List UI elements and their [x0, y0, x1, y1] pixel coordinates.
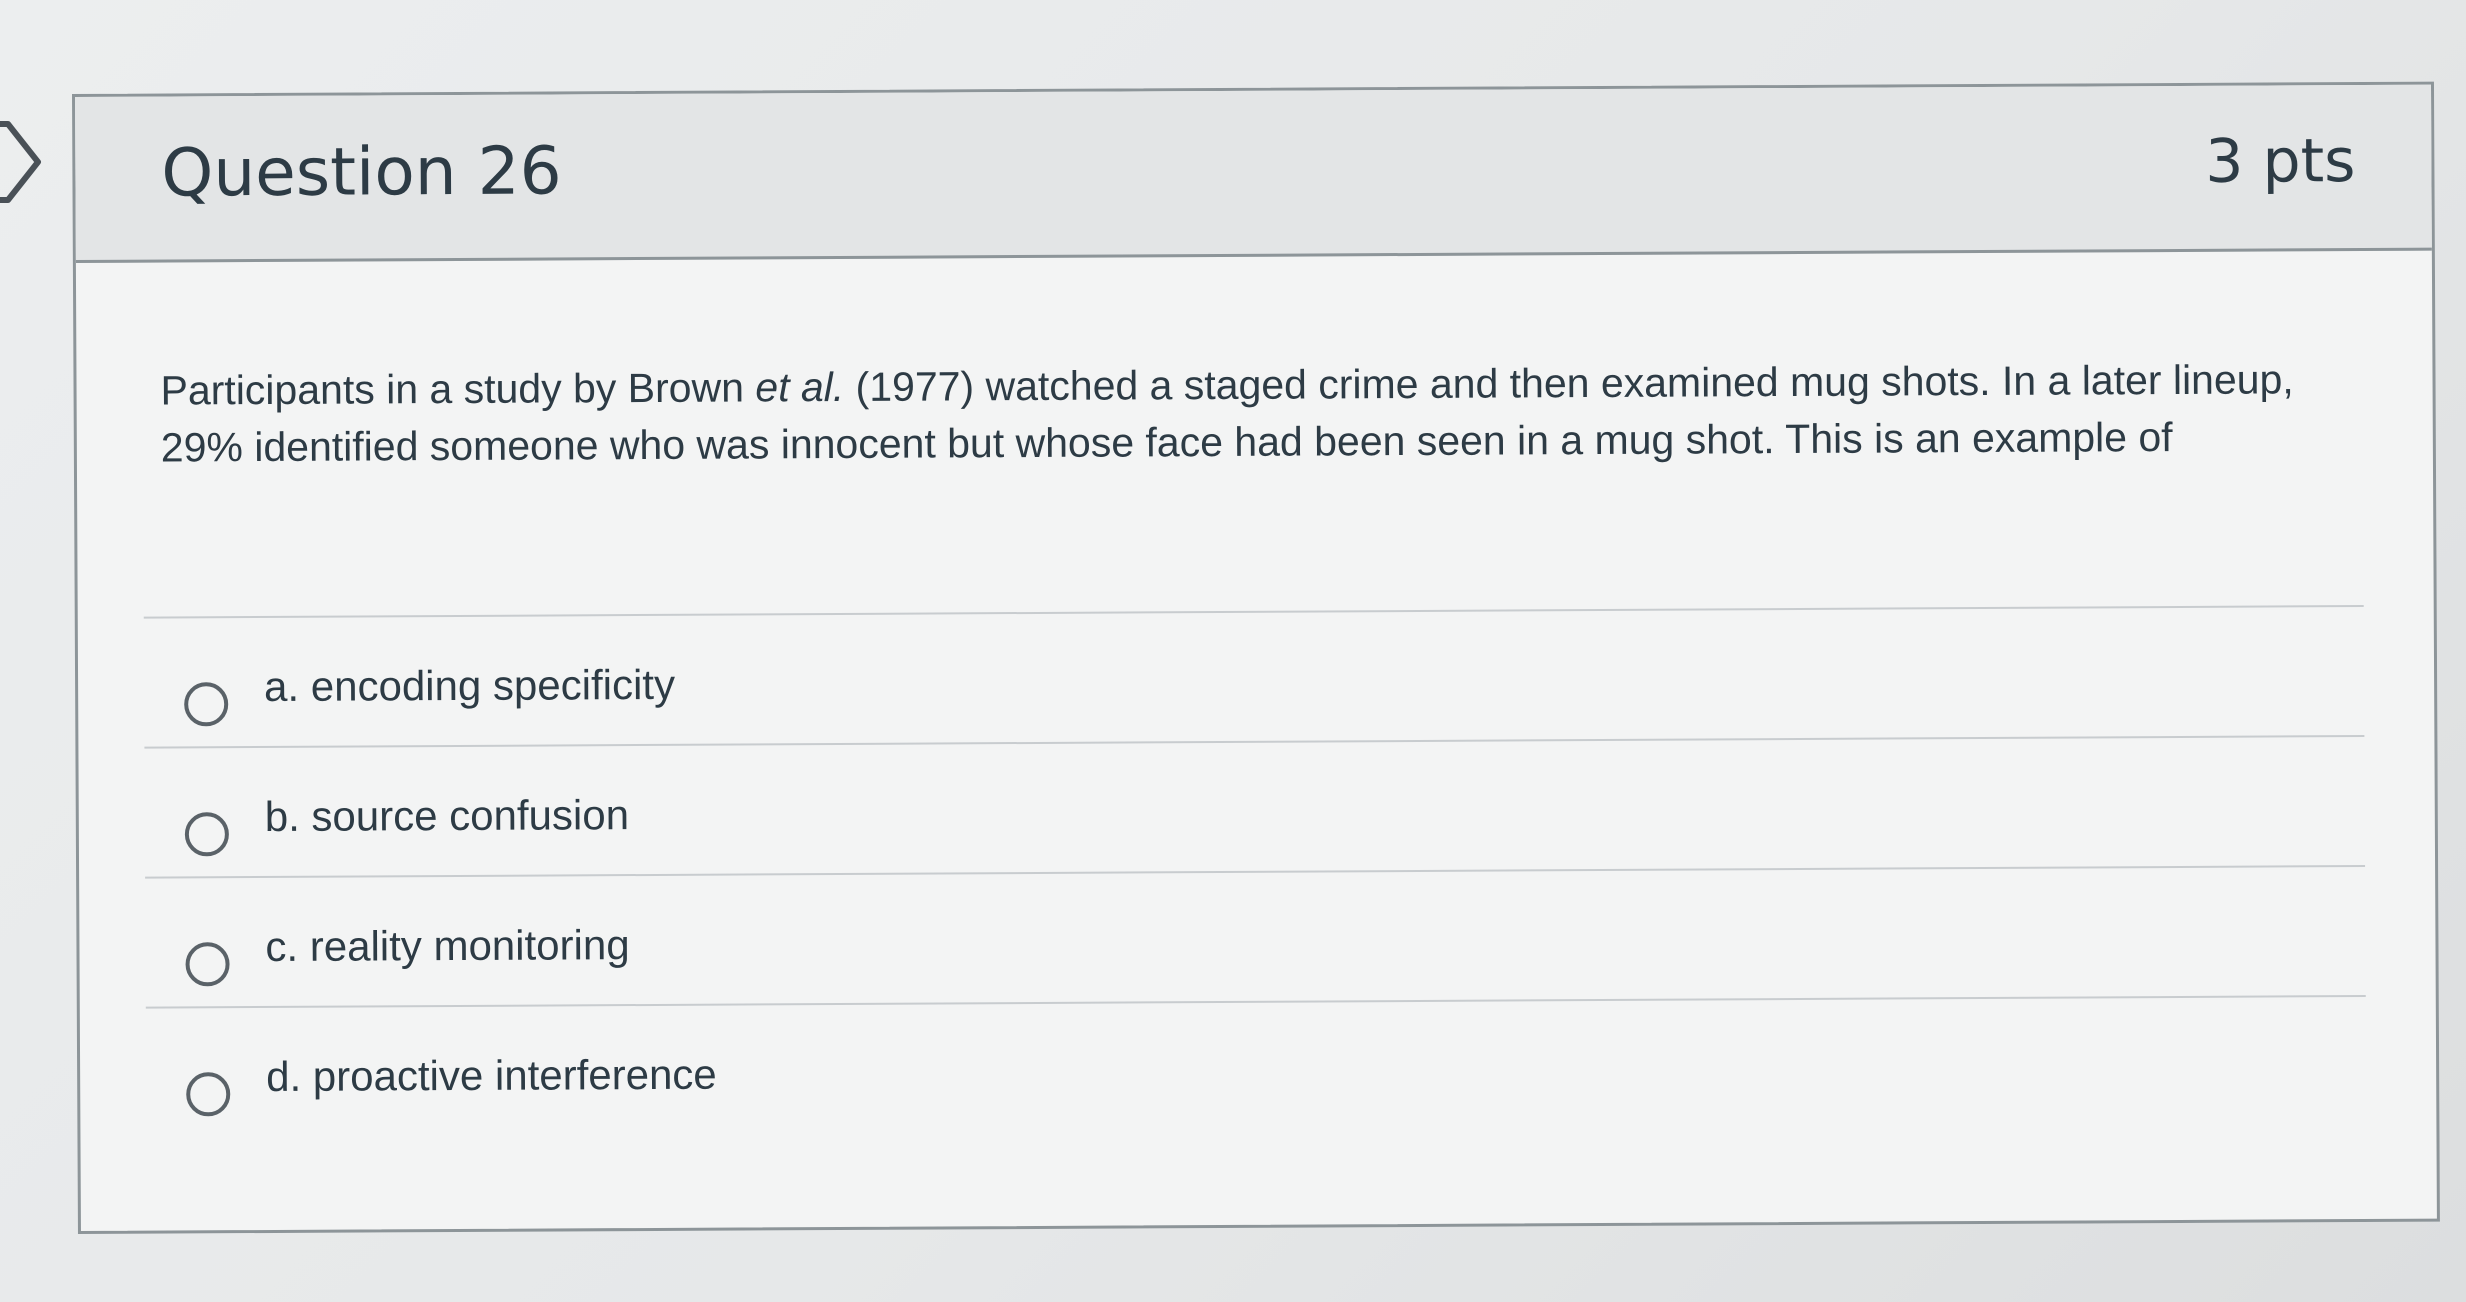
answer-list: a. encoding specificity b. source confus…: [143, 605, 2367, 1139]
radio-button-icon[interactable]: [184, 812, 229, 857]
radio-button-icon[interactable]: [184, 682, 229, 727]
question-card: Question 26 3 pts Participants in a stud…: [72, 81, 2440, 1234]
question-text: Participants in a study by Brown et al. …: [160, 351, 2341, 476]
answer-label-a[interactable]: a. encoding specificity: [264, 660, 675, 713]
answer-option-d[interactable]: d. proactive interference: [146, 997, 2367, 1139]
question-nav-arrow-icon[interactable]: [0, 112, 60, 212]
question-title: Question 26: [161, 132, 562, 212]
answer-option-c[interactable]: c. reality monitoring: [145, 867, 2366, 1009]
answer-label-c[interactable]: c. reality monitoring: [265, 920, 629, 972]
question-header: Question 26 3 pts: [75, 84, 2432, 263]
answer-option-a[interactable]: a. encoding specificity: [143, 607, 2365, 749]
quiz-page: Question 26 3 pts Participants in a stud…: [0, 0, 2466, 1302]
answer-option-b[interactable]: b. source confusion: [144, 737, 2366, 879]
radio-button-icon[interactable]: [185, 942, 230, 987]
question-text-part-1: Participants in a study by Brown: [160, 364, 756, 414]
answer-label-b[interactable]: b. source confusion: [265, 790, 629, 842]
question-points: 3 pts: [2205, 126, 2356, 197]
radio-button-icon[interactable]: [186, 1072, 231, 1117]
question-text-italic: et al.: [755, 363, 845, 411]
answer-label-d[interactable]: d. proactive interference: [266, 1050, 717, 1103]
